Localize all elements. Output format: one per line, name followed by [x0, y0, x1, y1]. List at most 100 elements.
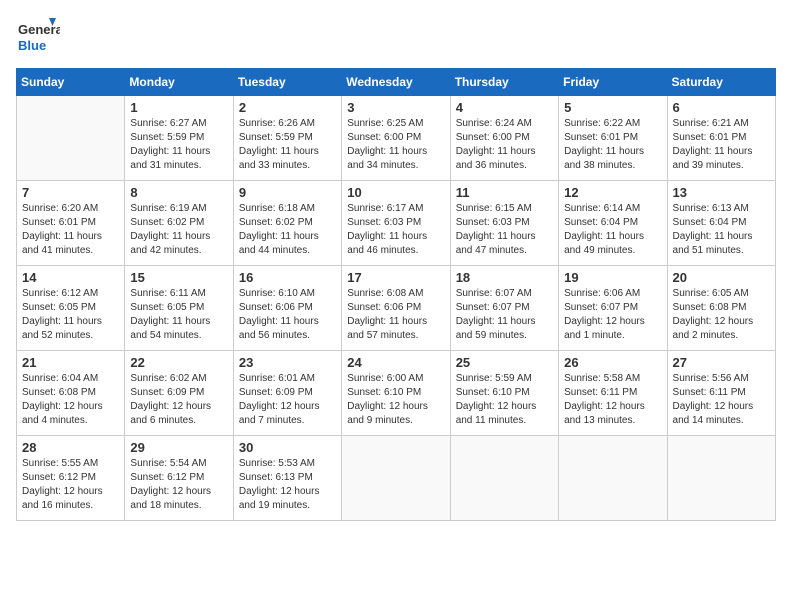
calendar-cell: 12 Sunrise: 6:14 AMSunset: 6:04 PMDayligh… — [559, 181, 667, 266]
day-number: 30 — [239, 440, 336, 455]
cell-info: Sunrise: 6:19 AMSunset: 6:02 PMDaylight:… — [130, 202, 227, 258]
calendar-table: SundayMondayTuesdayWednesdayThursdayFrid… — [16, 68, 776, 521]
cell-info: Sunrise: 6:18 AMSunset: 6:02 PMDaylight:… — [239, 202, 336, 258]
cell-info: Sunrise: 5:55 AMSunset: 6:12 PMDaylight:… — [22, 457, 119, 513]
cell-info: Sunrise: 6:01 AMSunset: 6:09 PMDaylight:… — [239, 372, 336, 428]
weekday-header-monday: Monday — [125, 69, 233, 96]
calendar-cell: 4 Sunrise: 6:24 AMSunset: 6:00 PMDaylight… — [450, 96, 558, 181]
day-number: 17 — [347, 270, 444, 285]
cell-info: Sunrise: 5:56 AMSunset: 6:11 PMDaylight:… — [673, 372, 770, 428]
weekday-header-thursday: Thursday — [450, 69, 558, 96]
day-number: 3 — [347, 100, 444, 115]
calendar-cell: 5 Sunrise: 6:22 AMSunset: 6:01 PMDaylight… — [559, 96, 667, 181]
calendar-cell: 17 Sunrise: 6:08 AMSunset: 6:06 PMDayligh… — [342, 266, 450, 351]
calendar-cell — [559, 436, 667, 521]
day-number: 6 — [673, 100, 770, 115]
day-number: 29 — [130, 440, 227, 455]
cell-info: Sunrise: 6:11 AMSunset: 6:05 PMDaylight:… — [130, 287, 227, 343]
calendar-cell: 11 Sunrise: 6:15 AMSunset: 6:03 PMDayligh… — [450, 181, 558, 266]
cell-info: Sunrise: 6:14 AMSunset: 6:04 PMDaylight:… — [564, 202, 661, 258]
cell-info: Sunrise: 6:15 AMSunset: 6:03 PMDaylight:… — [456, 202, 553, 258]
cell-info: Sunrise: 6:13 AMSunset: 6:04 PMDaylight:… — [673, 202, 770, 258]
weekday-header-saturday: Saturday — [667, 69, 775, 96]
week-row-4: 21 Sunrise: 6:04 AMSunset: 6:08 PMDayligh… — [17, 351, 776, 436]
day-number: 10 — [347, 185, 444, 200]
day-number: 22 — [130, 355, 227, 370]
calendar-cell: 20 Sunrise: 6:05 AMSunset: 6:08 PMDayligh… — [667, 266, 775, 351]
cell-info: Sunrise: 6:05 AMSunset: 6:08 PMDaylight:… — [673, 287, 770, 343]
calendar-cell: 2Sunrise: 6:26 AMSunset: 5:59 PMDaylight… — [233, 96, 341, 181]
week-row-1: 1 Sunrise: 6:27 AMSunset: 5:59 PMDaylight… — [17, 96, 776, 181]
day-number: 16 — [239, 270, 336, 285]
day-number: 14 — [22, 270, 119, 285]
calendar-cell: 10Sunrise: 6:17 AMSunset: 6:03 PMDayligh… — [342, 181, 450, 266]
calendar-cell: 18Sunrise: 6:07 AMSunset: 6:07 PMDayligh… — [450, 266, 558, 351]
cell-info: Sunrise: 6:04 AMSunset: 6:08 PMDaylight:… — [22, 372, 119, 428]
calendar-cell: 6 Sunrise: 6:21 AMSunset: 6:01 PMDaylight… — [667, 96, 775, 181]
day-number: 4 — [456, 100, 553, 115]
cell-info: Sunrise: 5:54 AMSunset: 6:12 PMDaylight:… — [130, 457, 227, 513]
weekday-header-row: SundayMondayTuesdayWednesdayThursdayFrid… — [17, 69, 776, 96]
calendar-cell: 15 Sunrise: 6:11 AMSunset: 6:05 PMDayligh… — [125, 266, 233, 351]
cell-info: Sunrise: 6:06 AMSunset: 6:07 PMDaylight:… — [564, 287, 661, 343]
day-number: 26 — [564, 355, 661, 370]
calendar-cell: 8 Sunrise: 6:19 AMSunset: 6:02 PMDaylight… — [125, 181, 233, 266]
cell-info: Sunrise: 6:22 AMSunset: 6:01 PMDaylight:… — [564, 117, 661, 173]
cell-info: Sunrise: 5:59 AMSunset: 6:10 PMDaylight:… — [456, 372, 553, 428]
calendar-cell — [667, 436, 775, 521]
calendar-cell: 3Sunrise: 6:25 AMSunset: 6:00 PMDaylight… — [342, 96, 450, 181]
day-number: 7 — [22, 185, 119, 200]
calendar-cell: 28 Sunrise: 5:55 AMSunset: 6:12 PMDayligh… — [17, 436, 125, 521]
calendar-cell: 23Sunrise: 6:01 AMSunset: 6:09 PMDayligh… — [233, 351, 341, 436]
cell-info: Sunrise: 6:00 AMSunset: 6:10 PMDaylight:… — [347, 372, 444, 428]
calendar-cell: 21 Sunrise: 6:04 AMSunset: 6:08 PMDayligh… — [17, 351, 125, 436]
day-number: 15 — [130, 270, 227, 285]
calendar-cell: 26 Sunrise: 5:58 AMSunset: 6:11 PMDayligh… — [559, 351, 667, 436]
day-number: 2 — [239, 100, 336, 115]
day-number: 20 — [673, 270, 770, 285]
cell-info: Sunrise: 5:53 AMSunset: 6:13 PMDaylight:… — [239, 457, 336, 513]
day-number: 8 — [130, 185, 227, 200]
weekday-header-friday: Friday — [559, 69, 667, 96]
cell-info: Sunrise: 6:07 AMSunset: 6:07 PMDaylight:… — [456, 287, 553, 343]
day-number: 21 — [22, 355, 119, 370]
calendar-cell: 29 Sunrise: 5:54 AMSunset: 6:12 PMDayligh… — [125, 436, 233, 521]
day-number: 27 — [673, 355, 770, 370]
calendar-cell: 13 Sunrise: 6:13 AMSunset: 6:04 PMDayligh… — [667, 181, 775, 266]
calendar-cell: 14 Sunrise: 6:12 AMSunset: 6:05 PMDayligh… — [17, 266, 125, 351]
day-number: 11 — [456, 185, 553, 200]
calendar-cell — [342, 436, 450, 521]
calendar-cell: 19 Sunrise: 6:06 AMSunset: 6:07 PMDayligh… — [559, 266, 667, 351]
cell-info: Sunrise: 6:27 AMSunset: 5:59 PMDaylight:… — [130, 117, 227, 173]
day-number: 19 — [564, 270, 661, 285]
logo-svg: General Blue — [16, 16, 60, 60]
cell-info: Sunrise: 6:12 AMSunset: 6:05 PMDaylight:… — [22, 287, 119, 343]
day-number: 9 — [239, 185, 336, 200]
week-row-2: 7 Sunrise: 6:20 AMSunset: 6:01 PMDaylight… — [17, 181, 776, 266]
cell-info: Sunrise: 6:10 AMSunset: 6:06 PMDaylight:… — [239, 287, 336, 343]
calendar-cell: 1 Sunrise: 6:27 AMSunset: 5:59 PMDaylight… — [125, 96, 233, 181]
cell-info: Sunrise: 6:21 AMSunset: 6:01 PMDaylight:… — [673, 117, 770, 173]
cell-info: Sunrise: 6:08 AMSunset: 6:06 PMDaylight:… — [347, 287, 444, 343]
week-row-3: 14 Sunrise: 6:12 AMSunset: 6:05 PMDayligh… — [17, 266, 776, 351]
calendar-cell — [17, 96, 125, 181]
calendar-cell: 30 Sunrise: 5:53 AMSunset: 6:13 PMDayligh… — [233, 436, 341, 521]
weekday-header-wednesday: Wednesday — [342, 69, 450, 96]
calendar-cell — [450, 436, 558, 521]
day-number: 24 — [347, 355, 444, 370]
calendar-cell: 24 Sunrise: 6:00 AMSunset: 6:10 PMDayligh… — [342, 351, 450, 436]
cell-info: Sunrise: 6:20 AMSunset: 6:01 PMDaylight:… — [22, 202, 119, 258]
calendar-cell: 9 Sunrise: 6:18 AMSunset: 6:02 PMDaylight… — [233, 181, 341, 266]
calendar-cell: 7 Sunrise: 6:20 AMSunset: 6:01 PMDaylight… — [17, 181, 125, 266]
cell-info: Sunrise: 6:24 AMSunset: 6:00 PMDaylight:… — [456, 117, 553, 173]
day-number: 1 — [130, 100, 227, 115]
cell-info: Sunrise: 5:58 AMSunset: 6:11 PMDaylight:… — [564, 372, 661, 428]
day-number: 12 — [564, 185, 661, 200]
day-number: 13 — [673, 185, 770, 200]
day-number: 5 — [564, 100, 661, 115]
calendar-cell: 25Sunrise: 5:59 AMSunset: 6:10 PMDayligh… — [450, 351, 558, 436]
calendar-cell: 16 Sunrise: 6:10 AMSunset: 6:06 PMDayligh… — [233, 266, 341, 351]
calendar-cell: 27 Sunrise: 5:56 AMSunset: 6:11 PMDayligh… — [667, 351, 775, 436]
day-number: 28 — [22, 440, 119, 455]
svg-text:Blue: Blue — [18, 38, 46, 53]
